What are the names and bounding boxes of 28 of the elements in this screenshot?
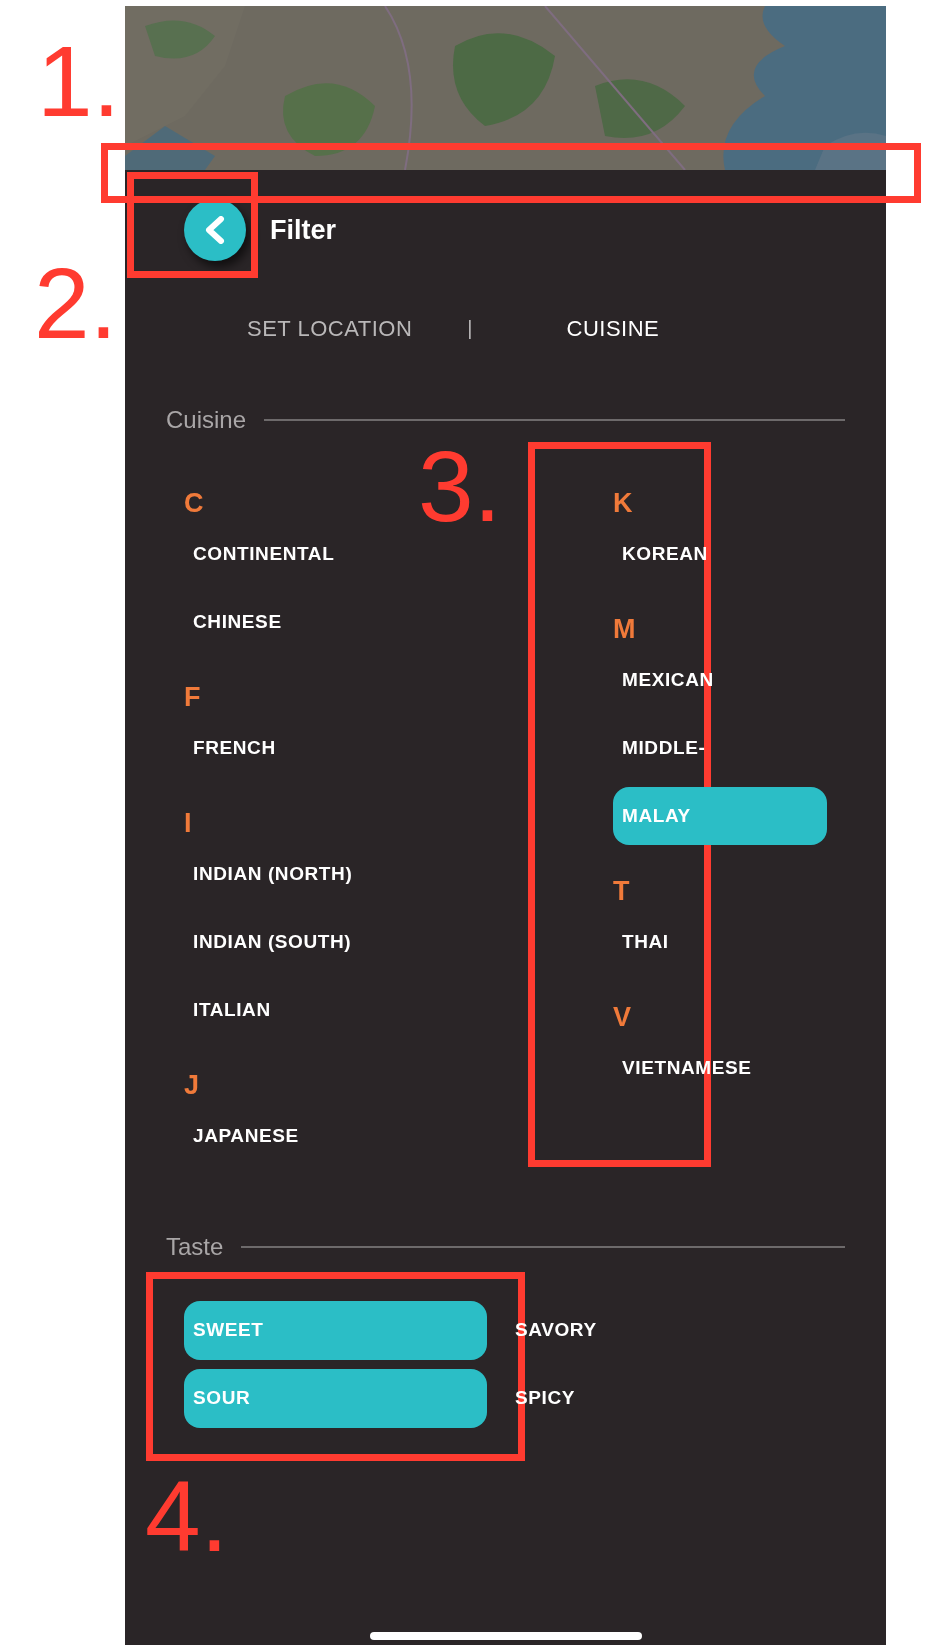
group-letter: V — [613, 1001, 632, 1034]
section-heading: Taste — [166, 1232, 224, 1262]
annotation-number: 1. — [37, 31, 121, 131]
annotation-number: 3. — [418, 436, 502, 536]
cuisine-option[interactable]: INDIAN (SOUTH) — [184, 913, 361, 971]
group-letter: C — [184, 487, 205, 520]
group-letter: M — [613, 613, 637, 646]
group-letter: F — [184, 681, 202, 714]
tab[interactable]: SET LOCATION — [247, 311, 413, 345]
tab[interactable]: CUISINE — [566, 311, 660, 345]
chevron-left-icon — [204, 216, 226, 244]
cuisine-option[interactable]: CONTINENTAL — [184, 525, 344, 583]
cuisine-option[interactable]: THAI — [613, 913, 678, 971]
annotation-number: 4. — [145, 1466, 229, 1566]
cuisine-option[interactable]: MIDDLE- — [613, 719, 715, 777]
cuisine-option[interactable]: INDIAN (NORTH) — [184, 845, 362, 903]
group-letter: J — [184, 1069, 201, 1102]
section-heading: Cuisine — [166, 405, 247, 435]
cuisine-option[interactable]: JAPANESE — [184, 1107, 308, 1165]
cuisine-option[interactable]: CHINESE — [184, 593, 291, 651]
screen-title: Filter — [270, 213, 336, 247]
cuisine-option[interactable]: FRENCH — [184, 719, 285, 777]
cuisine-option[interactable]: ITALIAN — [184, 981, 280, 1039]
group-letter: K — [613, 487, 634, 520]
tab-separator: | — [467, 316, 473, 341]
group-letter: I — [184, 807, 193, 840]
group-letter: T — [613, 875, 631, 908]
annotation-number: 2. — [34, 253, 118, 353]
